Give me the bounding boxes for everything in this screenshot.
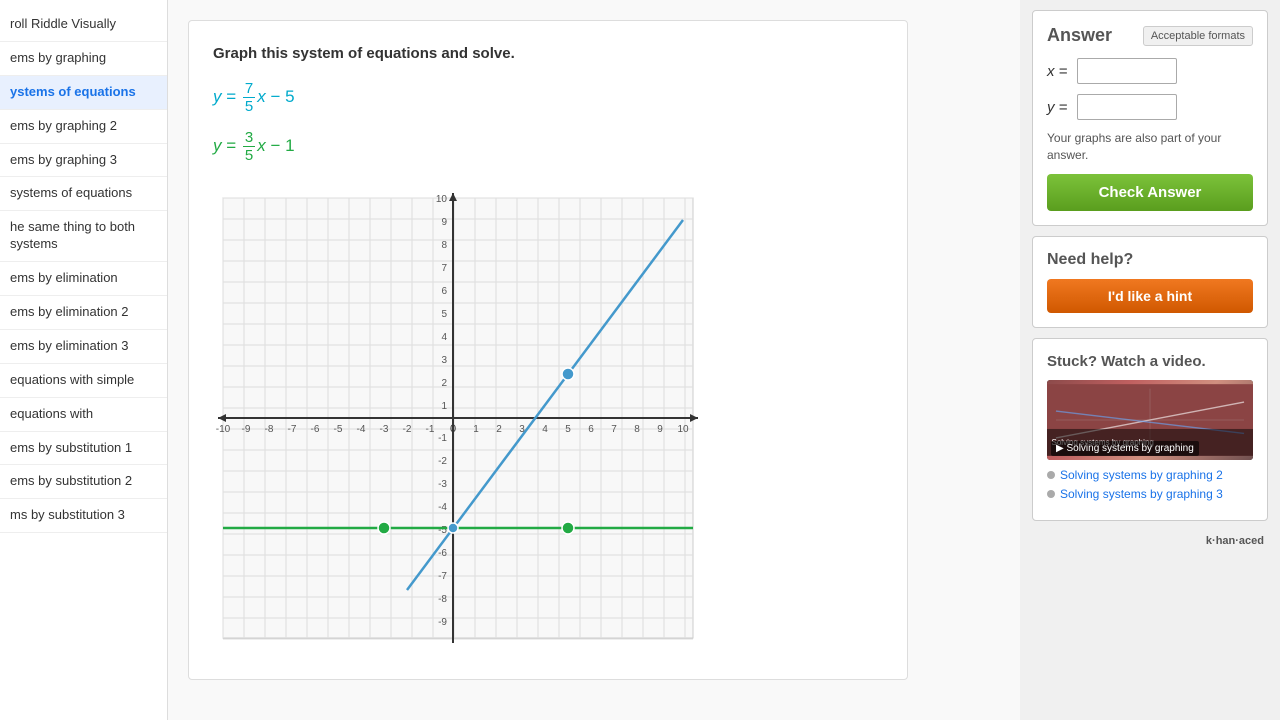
green-point-right[interactable] (562, 522, 574, 534)
svg-text:-1: -1 (438, 433, 447, 444)
answer-title: Answer (1047, 25, 1112, 46)
hint-button[interactable]: I'd like a hint (1047, 279, 1253, 313)
sidebar-item-10[interactable]: equations with simple (0, 364, 167, 398)
video-thumbnail[interactable]: Solving systems by graphing ▶ Solving sy… (1047, 380, 1253, 460)
svg-text:-7: -7 (288, 424, 297, 435)
sidebar-item-5[interactable]: systems of equations (0, 177, 167, 211)
svg-text:4: 4 (542, 424, 548, 435)
svg-text:2: 2 (441, 378, 447, 389)
right-panel: Answer Acceptable formats x = y = Your g… (1020, 0, 1280, 720)
sidebar-item-7[interactable]: ems by elimination (0, 262, 167, 296)
video-box-title: Stuck? Watch a video. (1047, 353, 1253, 370)
svg-text:7: 7 (611, 424, 617, 435)
svg-text:-9: -9 (242, 424, 251, 435)
sidebar-item-0[interactable]: roll Riddle Visually (0, 8, 167, 42)
equation-2: y = 3 5 x − 1 (213, 129, 883, 164)
eq1-text: y = 7 5 x − 5 (213, 87, 295, 106)
svg-text:-4: -4 (438, 502, 447, 513)
svg-text:-5: -5 (438, 525, 447, 536)
svg-text:-9: -9 (438, 617, 447, 628)
svg-text:-2: -2 (403, 424, 412, 435)
svg-text:5: 5 (441, 309, 447, 320)
svg-text:-4: -4 (357, 424, 366, 435)
sidebar-item-9[interactable]: ems by elimination 3 (0, 330, 167, 364)
svg-text:-6: -6 (311, 424, 320, 435)
video-label: ▶ Solving systems by graphing (1051, 441, 1199, 456)
acceptable-formats-button[interactable]: Acceptable formats (1143, 26, 1253, 46)
svg-text:-8: -8 (265, 424, 274, 435)
svg-text:6: 6 (441, 286, 447, 297)
svg-text:2: 2 (496, 424, 502, 435)
svg-text:7: 7 (441, 263, 447, 274)
svg-text:-2: -2 (438, 456, 447, 467)
svg-text:9: 9 (441, 217, 447, 228)
x-label: x = (1047, 63, 1077, 80)
video-link-2-text: Solving systems by graphing 3 (1060, 487, 1223, 501)
x-input[interactable] (1077, 58, 1177, 84)
check-answer-button[interactable]: Check Answer (1047, 174, 1253, 211)
svg-text:-7: -7 (438, 571, 447, 582)
sidebar-item-1[interactable]: ems by graphing (0, 42, 167, 76)
hint-box: Need help? I'd like a hint (1032, 236, 1268, 328)
dot-icon-2 (1047, 490, 1055, 498)
svg-text:10: 10 (677, 424, 689, 435)
graph-container[interactable]: 0 -1 -2 -3 -4 -5 -6 -7 -8 -9 1 2 3 4 5 (213, 188, 703, 648)
graph-svg: 0 -1 -2 -3 -4 -5 -6 -7 -8 -9 1 2 3 4 5 (213, 188, 703, 648)
svg-text:9: 9 (657, 424, 663, 435)
svg-text:5: 5 (565, 424, 571, 435)
sidebar-item-6[interactable]: he same thing to both systems (0, 211, 167, 262)
y-label: y = (1047, 99, 1077, 116)
eq2-text: y = 3 5 x − 1 (213, 136, 295, 155)
svg-text:0: 0 (450, 423, 456, 435)
problem-title: Graph this system of equations and solve… (213, 45, 883, 62)
x-answer-row: x = (1047, 58, 1253, 84)
sidebar-item-3[interactable]: ems by graphing 2 (0, 110, 167, 144)
svg-text:4: 4 (441, 332, 447, 343)
answer-box: Answer Acceptable formats x = y = Your g… (1032, 10, 1268, 226)
problem-container: Graph this system of equations and solve… (188, 20, 908, 680)
blue-point-yintercept[interactable] (448, 523, 458, 533)
equation-1: y = 7 5 x − 5 (213, 80, 883, 115)
main-content: Graph this system of equations and solve… (168, 0, 1020, 720)
sidebar-item-8[interactable]: ems by elimination 2 (0, 296, 167, 330)
svg-text:-3: -3 (380, 424, 389, 435)
video-link-1-text: Solving systems by graphing 2 (1060, 468, 1223, 482)
svg-text:8: 8 (441, 240, 447, 251)
dot-icon-1 (1047, 471, 1055, 479)
blue-point[interactable] (562, 368, 574, 380)
svg-text:10: 10 (436, 194, 448, 205)
sidebar-item-2[interactable]: ystems of equations (0, 76, 167, 110)
video-box: Stuck? Watch a video. Solving systems by… (1032, 338, 1268, 521)
sidebar: roll Riddle Visually ems by graphing yst… (0, 0, 168, 720)
svg-text:-8: -8 (438, 594, 447, 605)
svg-text:1: 1 (473, 424, 479, 435)
sidebar-item-13[interactable]: ems by substitution 2 (0, 465, 167, 499)
svg-text:6: 6 (588, 424, 594, 435)
svg-text:3: 3 (441, 355, 447, 366)
video-link-2[interactable]: Solving systems by graphing 3 (1047, 487, 1253, 501)
answer-note: Your graphs are also part of your answer… (1047, 130, 1253, 164)
video-link-1[interactable]: Solving systems by graphing 2 (1047, 468, 1253, 482)
sidebar-item-12[interactable]: ems by substitution 1 (0, 432, 167, 466)
sidebar-item-4[interactable]: ems by graphing 3 (0, 144, 167, 178)
need-help-title: Need help? (1047, 251, 1253, 269)
svg-text:-3: -3 (438, 479, 447, 490)
sidebar-item-14[interactable]: ms by substitution 3 (0, 499, 167, 533)
svg-text:-10: -10 (216, 424, 231, 435)
svg-text:8: 8 (634, 424, 640, 435)
khan-logo: k·han·aced (1032, 531, 1268, 551)
svg-text:1: 1 (441, 401, 447, 412)
green-point-left[interactable] (378, 522, 390, 534)
sidebar-item-11[interactable]: equations with (0, 398, 167, 432)
svg-text:-1: -1 (426, 424, 435, 435)
y-input[interactable] (1077, 94, 1177, 120)
y-answer-row: y = (1047, 94, 1253, 120)
svg-text:-6: -6 (438, 548, 447, 559)
svg-text:-5: -5 (334, 424, 343, 435)
